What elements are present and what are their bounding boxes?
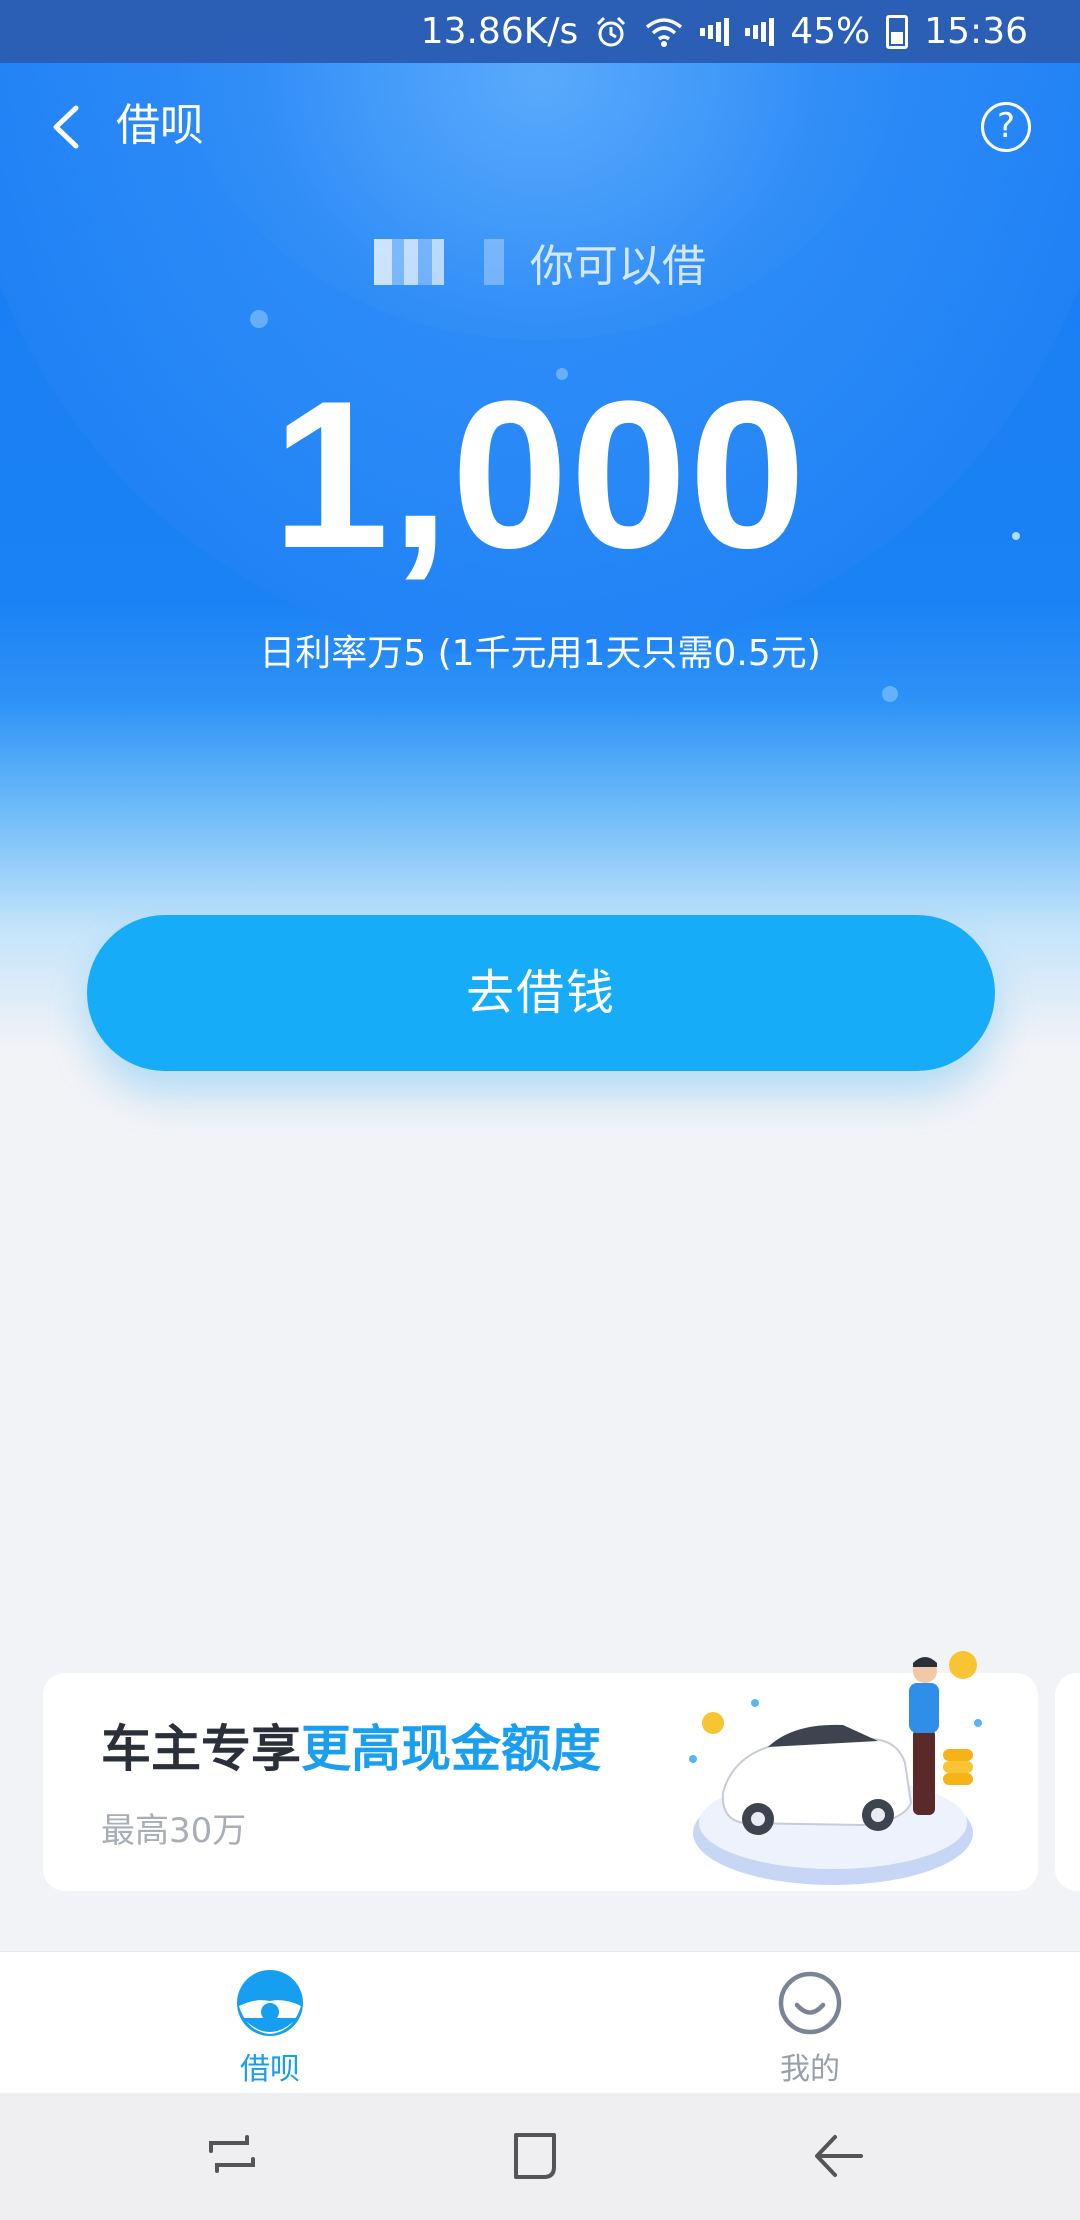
header: 借呗 ? — [0, 63, 1080, 191]
promo-title-highlight: 更高现金额度 — [301, 1720, 601, 1778]
system-nav-bar — [0, 2093, 1080, 2220]
bottom-tab-bar: 借呗 我的 — [0, 1951, 1080, 2093]
home-icon[interactable] — [500, 2121, 570, 2191]
battery-percent: 45% — [790, 11, 871, 52]
smiley-icon — [778, 1971, 842, 2035]
page-title: 借呗 — [116, 100, 204, 151]
recent-apps-icon[interactable] — [197, 2121, 267, 2191]
masked-username — [374, 239, 524, 285]
status-bar: 13.86K/s 45% 15:36 — [0, 0, 1080, 63]
decor-dot — [250, 310, 268, 328]
clock: 15:36 — [924, 11, 1028, 52]
alarm-icon — [594, 15, 628, 49]
promo-title: 车主专享更高现金额度 — [101, 1719, 601, 1779]
battery-icon — [886, 14, 909, 49]
car-owner-illustration — [689, 1651, 982, 1885]
tab-borrow-label: 借呗 — [240, 2052, 300, 2087]
back-arrow-icon[interactable] — [803, 2121, 873, 2191]
signal-4g-icon — [745, 17, 775, 47]
jiebei-logo-icon — [237, 1970, 303, 2036]
net-speed: 13.86K/s — [420, 11, 579, 52]
credit-limit-amount: 1,000 — [272, 357, 808, 592]
promo-banner-next-card[interactable] — [1055, 1673, 1080, 1891]
tab-borrow[interactable]: 借呗 — [0, 1952, 540, 2094]
limit-caption: 你可以借 — [0, 230, 1080, 294]
decor-dot — [882, 686, 898, 702]
tab-mine[interactable]: 我的 — [540, 1952, 1080, 2094]
question-circle-icon[interactable]: ? — [981, 102, 1031, 152]
wifi-icon — [644, 16, 684, 48]
tab-mine-label: 我的 — [780, 2052, 840, 2087]
promo-subtitle: 最高30万 — [101, 1811, 247, 1851]
signal-e-icon — [700, 17, 730, 47]
chevron-left-icon[interactable] — [40, 100, 94, 154]
interest-rate-text: 日利率万5 (1千元用1天只需0.5元) — [259, 633, 821, 674]
promo-banner-card[interactable]: 车主专享更高现金额度 最高30万 — [43, 1651, 1038, 1891]
borrow-button[interactable]: 去借钱 — [87, 915, 995, 1071]
limit-caption-text: 你可以借 — [530, 241, 706, 292]
promo-title-plain: 车主专享 — [101, 1720, 301, 1778]
